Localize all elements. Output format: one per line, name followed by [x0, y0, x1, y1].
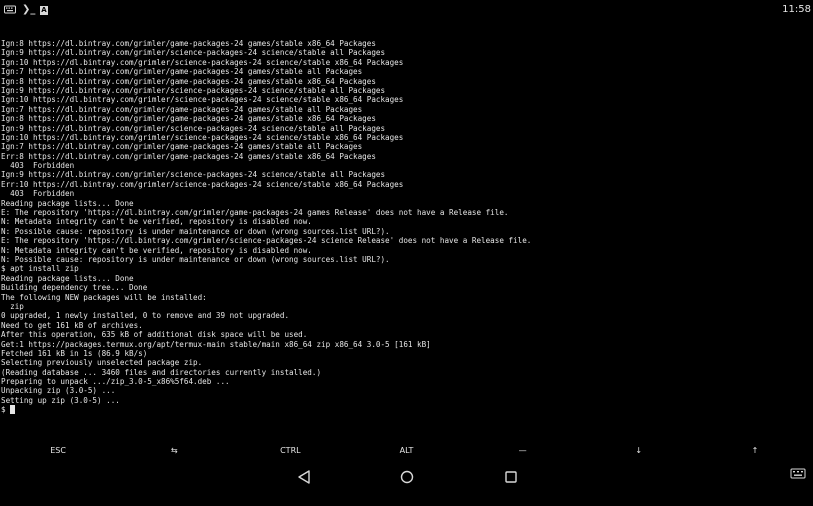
terminal-line: (Reading database ... 3460 files and dir… — [1, 367, 322, 377]
terminal-line: Ign:7 https://dl.bintray.com/grimler/gam… — [1, 142, 363, 152]
terminal-line: E: The repository 'https://dl.bintray.co… — [1, 236, 532, 246]
terminal-line: Reading package lists... Done — [1, 273, 134, 283]
terminal-output: Ign:8 https://dl.bintray.com/grimler/gam… — [1, 39, 811, 405]
keyboard-icon — [4, 4, 18, 16]
terminal-line: zip — [1, 301, 24, 311]
terminal-line: Unpacking zip (3.0-5) ... — [1, 386, 116, 396]
prompt-symbol: $ — [1, 405, 11, 415]
esc-key[interactable]: ESC — [0, 440, 116, 462]
terminal-line: Selecting previously unselected package … — [1, 358, 203, 368]
extra-keys-row: ESC ⇆ CTRL ALT — ↓ ↑ — [0, 440, 813, 462]
terminal-line: Ign:9 https://dl.bintray.com/grimler/sci… — [1, 85, 386, 95]
notification-icon: A — [40, 4, 50, 16]
terminal-line: Get:1 https://packages.termux.org/apt/te… — [1, 339, 431, 349]
status-clock: 11:58 — [782, 4, 811, 15]
terminal-line: Fetched 161 kB in 1s (86.9 kB/s) — [1, 348, 148, 358]
terminal-line: Ign:10 https://dl.bintray.com/grimler/sc… — [1, 132, 404, 142]
tab-key[interactable]: ⇆ — [116, 440, 232, 462]
terminal-cursor — [10, 405, 16, 415]
terminal-line: Err:10 https://dl.bintray.com/grimler/sc… — [1, 179, 404, 189]
notification-glyph: A — [40, 6, 48, 15]
terminal-line: Ign:9 https://dl.bintray.com/grimler/sci… — [1, 123, 386, 133]
status-bar: ❯_ A 11:58 — [0, 0, 813, 20]
dash-key[interactable]: — — [465, 440, 581, 462]
up-arrow-key[interactable]: ↑ — [697, 440, 813, 462]
terminal-line: Ign:8 https://dl.bintray.com/grimler/gam… — [1, 114, 376, 124]
home-icon[interactable] — [392, 466, 422, 488]
terminal-line: Ign:10 https://dl.bintray.com/grimler/sc… — [1, 57, 404, 67]
terminal-line: Need to get 161 kB of archives. — [1, 320, 143, 330]
terminal-line: After this operation, 635 kB of addition… — [1, 330, 308, 340]
terminal-line: Ign:8 https://dl.bintray.com/grimler/gam… — [1, 76, 376, 86]
terminal-line: 0 upgraded, 1 newly installed, 0 to remo… — [1, 311, 290, 321]
terminal-line: N: Possible cause: repository is under m… — [1, 254, 390, 264]
alt-key[interactable]: ALT — [348, 440, 464, 462]
terminal-line: N: Metadata integrity can't be verified,… — [1, 217, 312, 227]
terminal-prompt-line[interactable]: $ — [1, 405, 811, 415]
recents-icon[interactable] — [496, 466, 526, 488]
terminal-line: Setting up zip (3.0-5) ... — [1, 395, 120, 405]
terminal-line: The following NEW packages will be insta… — [1, 292, 207, 302]
terminal-line: N: Metadata integrity can't be verified,… — [1, 245, 312, 255]
terminal-line: E: The repository 'https://dl.bintray.co… — [1, 208, 509, 218]
terminal-line: N: Possible cause: repository is under m… — [1, 226, 390, 236]
terminal-line: Ign:9 https://dl.bintray.com/grimler/sci… — [1, 170, 386, 180]
terminal-line: 403 Forbidden — [1, 189, 75, 199]
keyboard-toggle-icon[interactable] — [788, 466, 808, 488]
terminal-line: $ apt install zip — [1, 264, 79, 274]
terminal-line: Err:8 https://dl.bintray.com/grimler/gam… — [1, 151, 376, 161]
terminal-line: Building dependency tree... Done — [1, 283, 148, 293]
terminal-view[interactable]: Ign:8 https://dl.bintray.com/grimler/gam… — [1, 39, 811, 419]
terminal-line: Ign:7 https://dl.bintray.com/grimler/gam… — [1, 104, 363, 114]
navigation-bar — [0, 462, 813, 506]
terminal-line: 403 Forbidden — [1, 161, 75, 171]
back-icon[interactable] — [290, 466, 320, 488]
terminal-prompt-icon: ❯_ — [22, 4, 36, 15]
terminal-line: Ign:7 https://dl.bintray.com/grimler/gam… — [1, 67, 363, 77]
terminal-line: Reading package lists... Done — [1, 198, 134, 208]
down-arrow-key[interactable]: ↓ — [581, 440, 697, 462]
terminal-line: Ign:9 https://dl.bintray.com/grimler/sci… — [1, 48, 386, 58]
terminal-line: Ign:10 https://dl.bintray.com/grimler/sc… — [1, 95, 404, 105]
termux-screen: ❯_ A 11:58 Ign:8 https://dl.bintray.com/… — [0, 0, 813, 506]
ctrl-key[interactable]: CTRL — [232, 440, 348, 462]
terminal-line: Preparing to unpack .../zip_3.0-5_x86%5f… — [1, 377, 230, 387]
terminal-line: Ign:8 https://dl.bintray.com/grimler/gam… — [1, 39, 376, 48]
